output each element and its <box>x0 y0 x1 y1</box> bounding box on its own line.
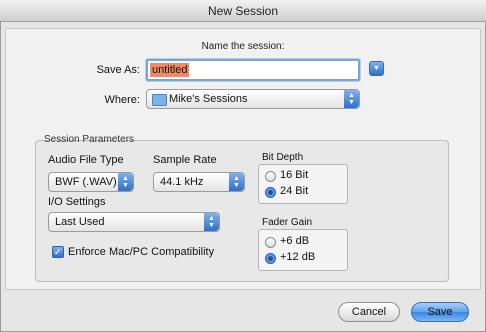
bit-depth-group: 16 Bit 24 Bit <box>258 164 348 204</box>
name-prompt: Name the session: <box>201 41 285 52</box>
fader-gain-group: +6 dB +12 dB <box>258 229 348 271</box>
fader-gain-12-label: +12 dB <box>280 251 316 263</box>
io-settings-popup[interactable]: Last Used ▲ ▼ <box>48 212 220 232</box>
popup-arrows-icon: ▲ ▼ <box>344 90 359 108</box>
where-label: Where: <box>104 94 140 106</box>
fader-gain-12-radio[interactable] <box>265 253 276 264</box>
session-parameters-title: Session Parameters <box>44 134 135 145</box>
sample-rate-popup[interactable]: 44.1 kHz ▲ ▼ <box>153 172 245 192</box>
session-name-value: untitled <box>150 63 190 77</box>
popup-arrows-icon: ▲ ▼ <box>204 213 219 231</box>
audio-file-type-popup[interactable]: BWF (.WAV) ▲ ▼ <box>48 172 134 192</box>
save-as-label: Save As: <box>96 64 140 76</box>
folder-icon <box>152 94 167 106</box>
fader-gain-6-label: +6 dB <box>280 235 310 247</box>
audio-file-type-value: BWF (.WAV) <box>55 176 117 188</box>
popup-arrows-icon: ▲ ▼ <box>118 173 133 191</box>
enforce-compat-checkbox[interactable]: ✓ <box>52 246 64 258</box>
popup-arrows-icon: ▲ ▼ <box>229 173 244 191</box>
bit-depth-24-radio[interactable] <box>265 187 276 198</box>
checkmark-icon: ✓ <box>53 247 63 258</box>
sample-rate-label: Sample Rate <box>153 154 217 166</box>
fader-gain-label: Fader Gain <box>262 217 313 228</box>
save-button[interactable]: Save <box>411 302 469 322</box>
bit-depth-16-label: 16 Bit <box>280 169 309 181</box>
io-settings-value: Last Used <box>55 216 105 228</box>
where-value: Mike's Sessions <box>169 93 248 105</box>
bit-depth-label: Bit Depth <box>262 152 304 163</box>
chevron-down-icon: ▼ <box>373 65 380 72</box>
expand-browser-button[interactable]: ▼ <box>369 61 384 76</box>
session-name-input[interactable]: untitled <box>146 59 360 81</box>
window-title: New Session <box>0 0 486 22</box>
enforce-compat-label: Enforce Mac/PC Compatibility <box>68 246 215 258</box>
sample-rate-value: 44.1 kHz <box>160 176 204 188</box>
audio-file-type-label: Audio File Type <box>48 154 124 166</box>
bit-depth-16-radio[interactable] <box>265 171 276 182</box>
bit-depth-24-label: 24 Bit <box>280 185 309 197</box>
io-settings-label: I/O Settings <box>48 196 106 208</box>
where-popup[interactable]: Mike's Sessions ▲ ▼ <box>146 89 360 109</box>
cancel-button[interactable]: Cancel <box>338 302 400 322</box>
fader-gain-6-radio[interactable] <box>265 237 276 248</box>
